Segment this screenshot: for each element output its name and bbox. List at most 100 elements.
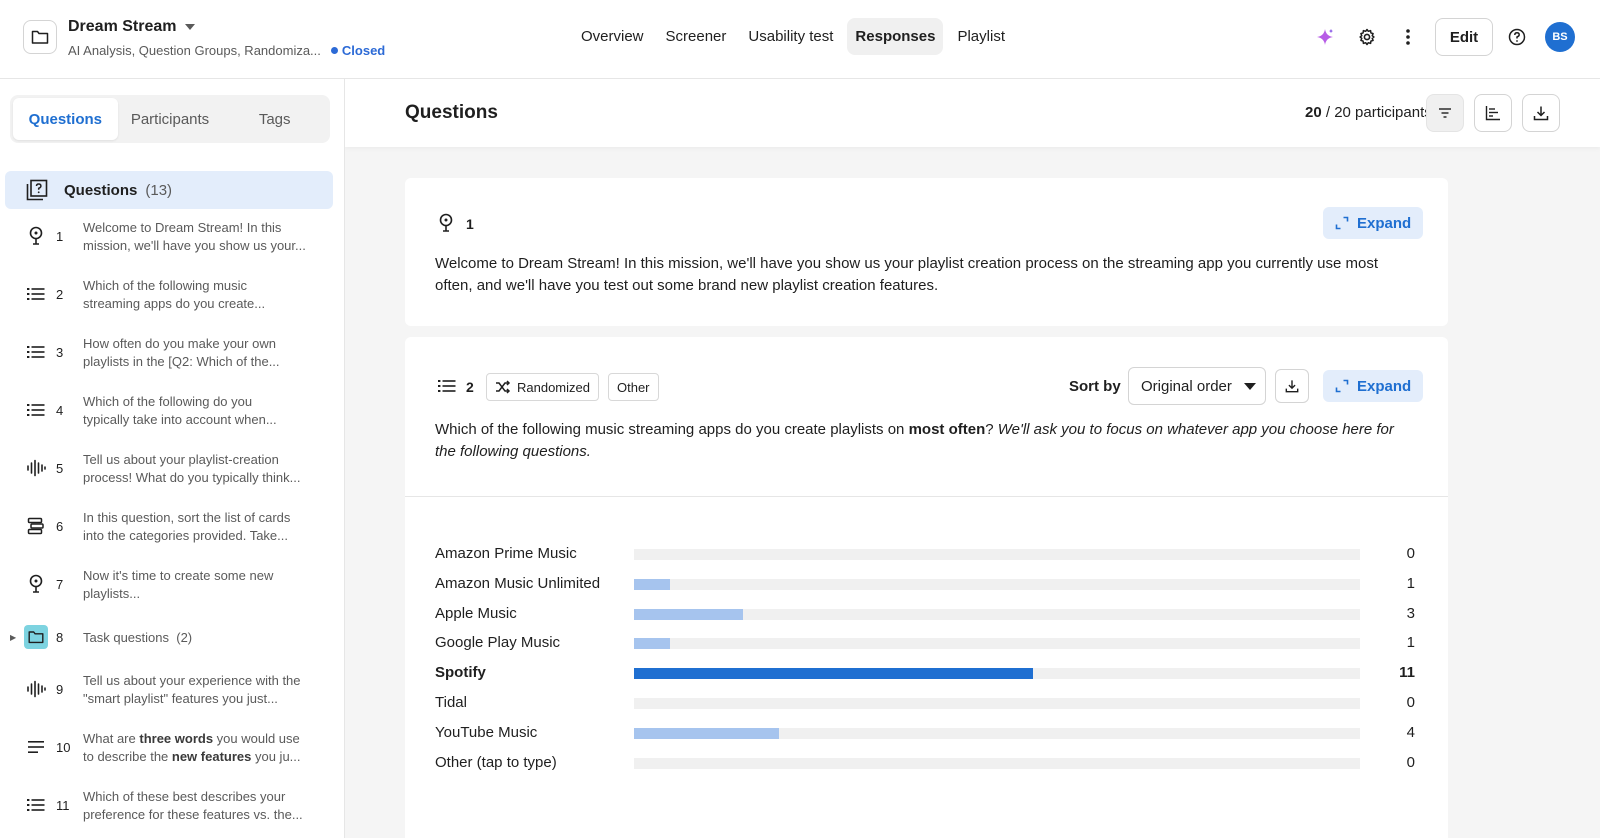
- question-preview: Which of the following music streaming ap…: [83, 277, 323, 313]
- status-label: Closed: [341, 43, 386, 58]
- preview-bold: three words: [139, 731, 214, 746]
- chart-view-button[interactable]: [1474, 94, 1512, 132]
- question-preview: Welcome to Dream Stream! In this mission,…: [83, 219, 323, 255]
- nav-overview[interactable]: Overview: [573, 18, 652, 55]
- question-download-button[interactable]: [1275, 369, 1309, 403]
- page-title: Questions: [405, 102, 498, 123]
- bar-row: Spotify 11: [435, 663, 1415, 683]
- preview-line-1: Now it's time to create some new: [83, 568, 274, 583]
- question-card-2: 2 Randomized Other Sort by Original orde…: [405, 337, 1448, 838]
- question-card-1: 1 Expand Welcome to Dream Stream! In thi…: [405, 178, 1448, 326]
- questions-count: (13): [145, 181, 173, 199]
- bar-label: Apple Music: [435, 604, 517, 622]
- sidebar-question-group-8[interactable]: ▶ 8 Task questions (2): [0, 617, 340, 667]
- main-nav: Overview Screener Usability test Respons…: [573, 18, 1019, 55]
- nav-usability-test[interactable]: Usability test: [740, 18, 841, 55]
- sidebar-question-5[interactable]: 5 Tell us about your playlist-creation pr…: [0, 448, 340, 498]
- bar-track: [634, 638, 1360, 650]
- gear-icon[interactable]: [1356, 26, 1378, 48]
- question-preview: Tell us about your playlist-creation proc…: [83, 451, 323, 487]
- question-number: 2: [466, 379, 474, 395]
- nav-responses[interactable]: Responses: [847, 18, 944, 55]
- question-number: 8: [56, 630, 64, 645]
- expand-label: Expand: [1357, 214, 1412, 232]
- list-icon: [24, 793, 48, 817]
- download-icon: [1285, 379, 1299, 393]
- sidebar-question-4[interactable]: 4 Which of the following do you typically…: [0, 390, 340, 440]
- bar-value: 3: [1406, 604, 1415, 622]
- sidebar-question-10[interactable]: 10 What are three words you would use to…: [0, 727, 340, 777]
- bar-label: Google Play Music: [435, 634, 561, 652]
- sidebar-question-9[interactable]: 9 Tell us about your experience with the…: [0, 669, 340, 719]
- bar-track: [634, 698, 1360, 709]
- sidebar-question-3[interactable]: 3 How often do you make your own playlist…: [0, 332, 340, 382]
- preview-line-1: Which of these best describes your: [83, 789, 286, 804]
- tab-questions[interactable]: Questions: [13, 98, 118, 140]
- help-icon[interactable]: [1506, 26, 1528, 48]
- nav-playlist[interactable]: Playlist: [949, 18, 1013, 55]
- download-button[interactable]: [1522, 94, 1560, 132]
- chevron-down-icon: [184, 24, 195, 30]
- questions-all-item[interactable]: Questions (13): [5, 171, 333, 209]
- preview-line-1: Which of the following do you: [83, 394, 253, 409]
- bar-track: [634, 578, 1360, 590]
- sidebar-question-11[interactable]: 11 Which of these best describes your pre…: [0, 785, 340, 835]
- bar-track: [634, 608, 1360, 620]
- question-number: 9: [56, 682, 64, 697]
- expand-icon: [1335, 216, 1349, 230]
- chevron-down-icon: [1243, 382, 1256, 390]
- tab-tags[interactable]: Tags: [222, 98, 327, 140]
- preview-text: you would use: [213, 731, 300, 746]
- expand-button[interactable]: Expand: [1323, 207, 1424, 239]
- question-preview: Which of the following do you typically t…: [83, 393, 323, 429]
- bar-fill: [634, 668, 1034, 680]
- preview-line-2: playlists...: [83, 586, 141, 601]
- sidebar-question-7[interactable]: 7 Now it's time to create some new playli…: [0, 564, 340, 614]
- question-text-part: ?: [985, 421, 998, 438]
- bar-fill: [634, 727, 780, 739]
- expand-icon: [1335, 379, 1349, 393]
- list-icon: [24, 340, 48, 364]
- bar-row: Amazon Prime Music 0: [435, 544, 1415, 564]
- project-title-dropdown[interactable]: Dream Stream: [68, 18, 195, 36]
- randomized-label: Randomized: [517, 379, 590, 395]
- preview-line-1: Tell us about your playlist-creation: [83, 452, 279, 467]
- question-number: 2: [56, 287, 64, 302]
- question-text: Which of the following music streaming a…: [435, 419, 1415, 463]
- preview-line-1: Which of the following music: [83, 278, 248, 293]
- bar-label: Tidal: [435, 694, 467, 711]
- sidebar: Questions Participants Tags Questions (1…: [0, 79, 345, 838]
- questions-label: Questions: [64, 181, 138, 199]
- question-text-part: Which of the following music streaming a…: [435, 421, 909, 438]
- question-preview: Tell us about your experience with the "s…: [83, 672, 323, 708]
- sort-select[interactable]: Original order: [1128, 367, 1266, 405]
- expand-button[interactable]: Expand: [1323, 370, 1424, 402]
- participants-total: / 20 participants: [1325, 104, 1432, 121]
- question-number: 10: [56, 740, 71, 755]
- group-title: Task questions (2): [83, 629, 323, 647]
- folder-icon: [24, 625, 48, 649]
- more-vertical-icon[interactable]: [1397, 26, 1419, 48]
- ai-sparkle-icon[interactable]: [1314, 26, 1336, 48]
- bar-label: Other (tap to type): [435, 753, 557, 771]
- sidebar-question-2[interactable]: 2 Which of the following music streaming …: [0, 274, 340, 324]
- question-number: 3: [56, 345, 64, 360]
- sort-by-label: Sort by: [1069, 378, 1121, 395]
- status-badge: Closed: [330, 43, 386, 58]
- question-number: 11: [56, 798, 70, 813]
- edit-button[interactable]: Edit: [1435, 18, 1493, 56]
- filter-button[interactable]: [1426, 94, 1464, 132]
- caret-right-icon[interactable]: ▶: [10, 633, 16, 642]
- avatar[interactable]: BS: [1545, 22, 1575, 52]
- sidebar-question-6[interactable]: 6 In this question, sort the list of car…: [0, 506, 340, 556]
- preview-line-1: Welcome to Dream Stream! In this: [83, 220, 282, 235]
- nav-screener[interactable]: Screener: [658, 18, 735, 55]
- question-preview: In this question, sort the list of cards…: [83, 509, 323, 545]
- tab-participants[interactable]: Participants: [118, 98, 223, 140]
- project-folder-button[interactable]: [23, 20, 57, 54]
- bar-value: 1: [1406, 634, 1415, 652]
- download-icon: [1533, 105, 1549, 121]
- list-icon: [438, 379, 456, 393]
- sidebar-question-1[interactable]: 1 Welcome to Dream Stream! In this missio…: [0, 216, 340, 266]
- preview-line-2: typically take into account when...: [83, 412, 277, 427]
